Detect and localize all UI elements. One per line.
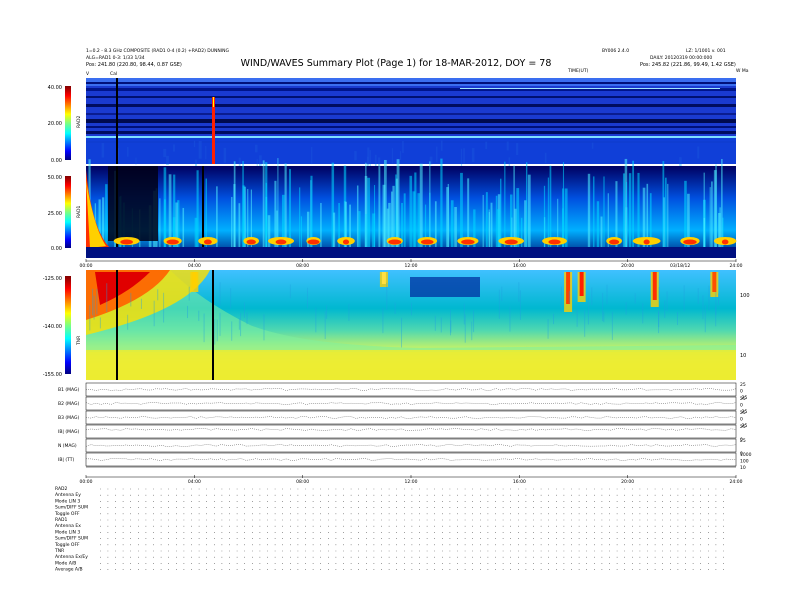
- tnr-tick-mid: -140.00: [43, 324, 62, 330]
- strip-label: B2 (MAG): [58, 401, 80, 407]
- footer-row-label: Mode LIN 3: [55, 498, 80, 504]
- tnr-tick-top: -125.00: [43, 276, 62, 282]
- tnr-right-tick-10: 10: [740, 353, 746, 359]
- time-tick-label: 08:00: [296, 479, 309, 485]
- footer-row-label: Toggle OFF: [54, 511, 80, 517]
- strip-right-tick: 1000: [740, 452, 752, 458]
- rad2-tick-bottom: 0.00: [51, 158, 62, 164]
- footer-row-label: RAD1: [55, 517, 67, 523]
- rad1-axis-label: RAD1: [76, 206, 82, 218]
- footer-row-label: Antenna Ex/Ey: [55, 554, 88, 560]
- time-tick-label: 04:00: [188, 479, 201, 485]
- strip-right-tick: 0: [740, 417, 743, 423]
- time-tick-label: 16:00: [513, 479, 526, 485]
- time-tick-label: 24:00: [730, 263, 743, 269]
- rad2-colorbar: [65, 86, 71, 160]
- strip-right-tick: 0: [740, 389, 743, 395]
- day-label: 03/18/12: [670, 263, 690, 269]
- tnr-colorbar: [65, 276, 71, 374]
- strip-label: B3 (MAG): [58, 415, 80, 421]
- time-tick-label: 16:00: [513, 263, 526, 269]
- footer-row-label: Toggle OFF: [54, 542, 80, 548]
- footer-row-label: Antenna Ey: [55, 492, 81, 498]
- footer-table: RAD2Antenna EyMode LIN 3Sum/DIFF SUMTogg…: [54, 486, 728, 573]
- footer-row-label: Sum/DIFF SUM: [55, 505, 88, 511]
- strip-right-tick: 25: [740, 410, 746, 416]
- footer-row-label: RAD2: [55, 486, 67, 492]
- time-tick-label: 20:00: [621, 263, 634, 269]
- rad2-tick-mid: 20.00: [48, 121, 62, 127]
- tnr-right-tick-100: 100: [740, 293, 750, 299]
- strip-right-tick: 100: [740, 459, 749, 465]
- strip-right-tick: 25: [740, 396, 746, 402]
- strip-label: B1 (MAG): [58, 387, 80, 393]
- time-axis-1: 00:00 04:00 08:00 12:00 16:00 20:00 24:00: [80, 259, 743, 269]
- footer-row-label: Sum/DIFF SUM: [55, 536, 88, 542]
- time-tick-label: 00:00: [80, 263, 93, 269]
- time-tick-label: 12:00: [405, 479, 418, 485]
- rad1-tick-mid: 25.00: [48, 211, 62, 217]
- rad1-tick-top: 50.00: [48, 175, 62, 181]
- time-tick-label: 12:00: [405, 263, 418, 269]
- rad1-tick-bottom: 0.00: [51, 246, 62, 252]
- tnr-tick-bottom: -155.00: [43, 372, 62, 378]
- strip-right-tick: 25: [740, 424, 746, 430]
- footer-row-label: Mode LIN 3: [55, 529, 80, 535]
- time-tick-label: 00:00: [80, 479, 93, 485]
- rad1-colorbar: [65, 176, 71, 248]
- footer-row-label: TNR: [54, 548, 64, 554]
- mag-strips: B1 (MAG)250-25B2 (MAG)250-25B3 (MAG)250-…: [58, 382, 752, 471]
- time-tick-label: 04:00: [188, 263, 201, 269]
- strip-right-tick: 25: [740, 438, 746, 444]
- footer-row-label: Antenna Ex: [55, 523, 81, 529]
- rad2-axis-label: RAD2: [76, 116, 82, 128]
- time-tick-label: 08:00: [296, 263, 309, 269]
- footer-row-label: Mode A/B: [55, 560, 76, 566]
- rad1-spectrogram: [86, 158, 737, 258]
- time-axis-2: 00:00 04:00 08:00 12:00 16:00 20:00 24:00: [80, 475, 743, 485]
- time-tick-label: 20:00: [621, 479, 634, 485]
- rad2-spectrogram: [86, 78, 736, 174]
- footer-row-label: Average A/B: [55, 567, 83, 573]
- strip-label: N (MAG): [58, 443, 77, 449]
- rad2-tick-top: 40.00: [48, 85, 62, 91]
- time-tick-label: 24:00: [730, 479, 743, 485]
- strip-right-tick: 0: [740, 403, 743, 409]
- strip-right-tick: 25: [740, 382, 746, 388]
- strip-label: IB| (TT): [58, 457, 75, 463]
- strip-right-tick: 10: [740, 465, 746, 471]
- tnr-spectrogram: [86, 270, 736, 380]
- tnr-axis-label: TNR: [76, 336, 82, 346]
- summary-plot: 40.00 20.00 0.00 RAD2 50.00 25.00 0.00 R…: [43, 78, 752, 573]
- strip-label: IB| (MAG): [58, 429, 79, 435]
